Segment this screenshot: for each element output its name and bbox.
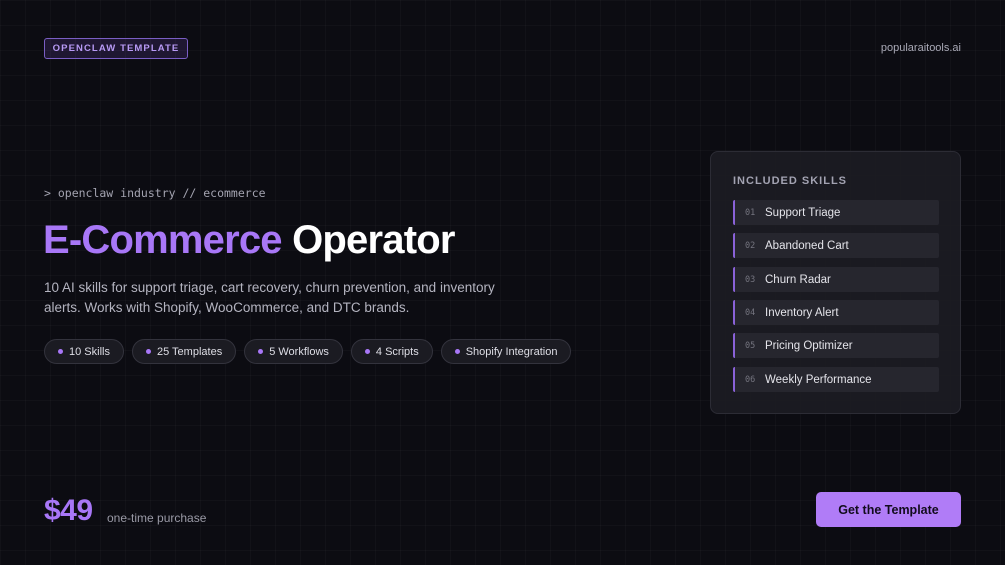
- skill-item: 06 Weekly Performance: [733, 367, 939, 392]
- skill-item: 02 Abandoned Cart: [733, 233, 939, 258]
- dot-icon: [58, 349, 63, 354]
- skill-number: 02: [745, 240, 756, 251]
- price: $49: [44, 494, 93, 527]
- pill-shopify-integration: Shopify Integration: [440, 339, 572, 364]
- skill-item: 05 Pricing Optimizer: [733, 333, 939, 358]
- pill-skills: 10 Skills: [44, 339, 124, 364]
- pill-label: Shopify Integration: [465, 345, 558, 358]
- template-badge: OPENCLAW TEMPLATE: [44, 38, 188, 59]
- dot-icon: [258, 349, 264, 354]
- pill-label: 4 Scripts: [375, 345, 419, 358]
- dot-icon: [145, 349, 151, 354]
- pill-label: 5 Workflows: [269, 345, 329, 358]
- feature-pills: 10 Skills 25 Templates 5 Workflows 4 Scr…: [44, 339, 572, 364]
- skill-number: 05: [745, 340, 756, 351]
- skill-item: 04 Inventory Alert: [733, 300, 939, 325]
- get-template-button[interactable]: Get the Template: [816, 492, 961, 527]
- pill-scripts: 4 Scripts: [350, 339, 433, 364]
- command-line: > openclaw industry // ecommerce: [44, 186, 266, 200]
- pill-label: 25 Templates: [156, 345, 223, 358]
- skill-number: 06: [745, 374, 756, 385]
- skill-name: Abandoned Cart: [765, 239, 849, 252]
- skill-name: Pricing Optimizer: [765, 339, 853, 352]
- pill-label: 10 Skills: [69, 345, 110, 358]
- panel-heading: INCLUDED SKILLS: [733, 175, 847, 187]
- skill-name: Support Triage: [765, 206, 841, 219]
- title-accent: E-Commerce: [43, 218, 283, 262]
- included-skills-panel: INCLUDED SKILLS 01 Support Triage 02 Aba…: [710, 151, 961, 414]
- pill-templates: 25 Templates: [131, 339, 237, 364]
- dot-icon: [364, 349, 370, 354]
- skill-name: Weekly Performance: [765, 373, 872, 386]
- description: 10 AI skills for support triage, cart re…: [44, 280, 495, 315]
- pill-workflows: 5 Workflows: [244, 339, 343, 364]
- skill-name: Churn Radar: [765, 273, 831, 286]
- title-main: Operator: [292, 218, 455, 262]
- skill-number: 04: [745, 307, 756, 318]
- skill-name: Inventory Alert: [765, 306, 839, 319]
- site-name: popularaitools.ai: [880, 42, 961, 54]
- dot-icon: [454, 349, 460, 354]
- skill-item: 01 Support Triage: [733, 200, 939, 225]
- price-note: one-time purchase: [107, 511, 207, 525]
- skill-item: 03 Churn Radar: [733, 267, 939, 292]
- skill-number: 03: [745, 274, 756, 285]
- page-title: E-Commerce Operator: [43, 216, 455, 264]
- skill-number: 01: [745, 207, 756, 218]
